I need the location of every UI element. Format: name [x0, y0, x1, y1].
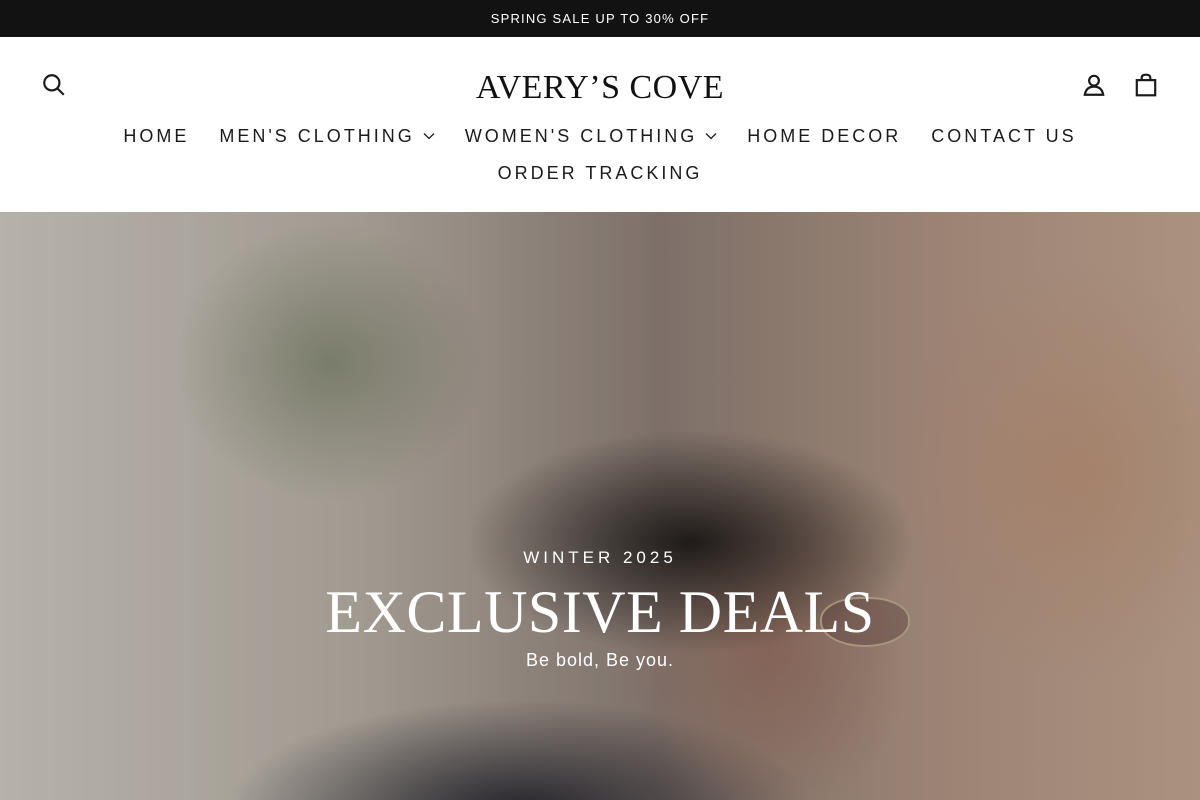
nav-item-label: CONTACT US	[931, 125, 1077, 146]
nav-row: HOME MEN'S CLOTHING WOMEN'S CLOTHING HOM…	[0, 122, 1200, 150]
nav-item-womens-clothing[interactable]: WOMEN'S CLOTHING	[465, 126, 717, 147]
chevron-down-icon	[423, 132, 435, 140]
nav-row: ORDER TRACKING	[0, 159, 1200, 187]
hero-eyebrow: WINTER 2025	[523, 548, 677, 567]
nav-item-home[interactable]: HOME	[123, 126, 189, 147]
nav-item-label: HOME DECOR	[747, 125, 902, 146]
nav-item-mens-clothing[interactable]: MEN'S CLOTHING	[219, 125, 435, 147]
site-header: AVERY’S COVE HOME MEN'S CLOTHING WOMEN'S…	[0, 37, 1200, 212]
nav-item-order-tracking[interactable]: ORDER TRACKING	[498, 163, 703, 184]
search-button[interactable]	[38, 71, 70, 103]
bag-icon	[1133, 72, 1159, 103]
account-button[interactable]	[1078, 71, 1110, 103]
hero-subtitle: Be bold, Be you.	[525, 650, 675, 670]
store-logo[interactable]: AVERY’S COVE	[400, 65, 800, 111]
cart-button[interactable]	[1130, 71, 1162, 103]
announcement-bar: SPRING SALE UP TO 30% OFF	[0, 0, 1200, 37]
nav-item-contact-us[interactable]: CONTACT US	[931, 126, 1076, 147]
nav-item-home-decor[interactable]: HOME DECOR	[747, 126, 901, 147]
chevron-down-icon	[705, 132, 717, 140]
hero-title: EXCLUSIVE DEALS	[325, 579, 875, 645]
nav-item-label: MEN'S CLOTHING	[219, 125, 415, 146]
search-icon	[41, 72, 67, 103]
nav-item-label: HOME	[123, 125, 190, 146]
hero-content: WINTER 2025 EXCLUSIVE DEALS Be bold, Be …	[0, 212, 1200, 800]
hero-banner[interactable]: WINTER 2025 EXCLUSIVE DEALS Be bold, Be …	[0, 212, 1200, 800]
nav-item-label: WOMEN'S CLOTHING	[464, 125, 698, 146]
announcement-text: SPRING SALE UP TO 30% OFF	[490, 11, 710, 26]
user-icon	[1081, 72, 1107, 103]
nav-item-label: ORDER TRACKING	[497, 162, 703, 183]
